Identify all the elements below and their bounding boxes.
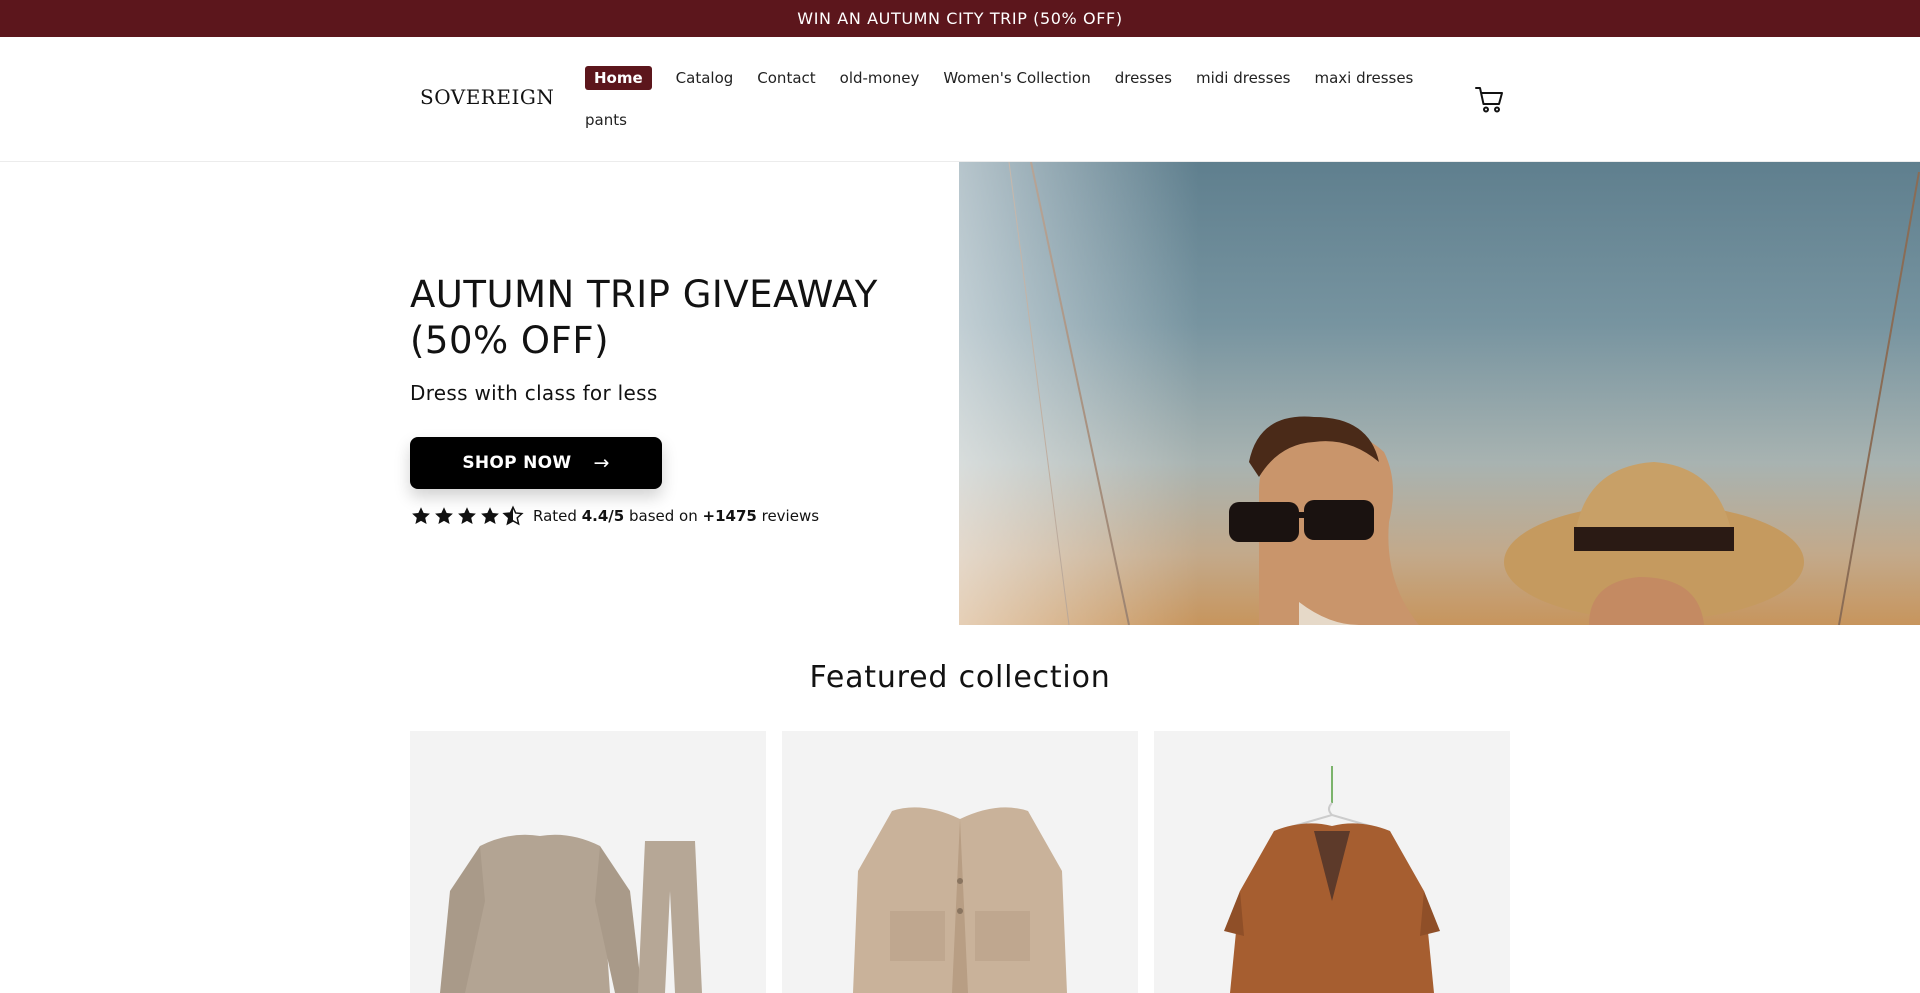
half-star-icon [502,505,524,526]
nav-midi-dresses[interactable]: midi dresses [1196,69,1291,87]
featured-collection-title: Featured collection [809,660,1111,695]
shop-now-button[interactable]: SHOP NOW → [410,437,662,489]
star-icon [481,507,499,524]
announcement-text: WIN AN AUTUMN CITY TRIP (50% OFF) [797,9,1123,28]
product-card[interactable] [782,731,1138,993]
hero-subtitle: Dress with class for less [410,381,658,405]
rating-stars [410,505,525,527]
product-image-jacket [1154,731,1510,993]
nav-dresses[interactable]: dresses [1115,69,1172,87]
nav-old-money[interactable]: old-money [840,69,920,87]
rating-suffix: reviews [761,507,820,525]
hero-title: AUTUMN TRIP GIVEAWAY (50% OFF) [410,273,878,362]
product-image-cardigan [782,731,1138,993]
star-icon [435,507,453,524]
star-icon [412,507,430,524]
rating-summary: Rated 4.4/5 based on +1475 reviews [410,505,819,527]
hero-photo-illustration [959,162,1920,625]
shop-now-label: SHOP NOW [462,453,572,473]
main-nav: Home Catalog Contact old-money Women's C… [585,65,1435,133]
nav-home[interactable]: Home [585,66,652,90]
cart-icon[interactable] [1474,83,1506,115]
logo[interactable]: SOVEREIGN [420,85,554,109]
rating-score: 4.4/5 [581,507,625,525]
nav-maxi-dresses[interactable]: maxi dresses [1314,69,1413,87]
rating-prefix: Rated [533,507,577,525]
announcement-bar: WIN AN AUTUMN CITY TRIP (50% OFF) [0,0,1920,37]
rating-middle: based on [628,507,698,525]
nav-pants[interactable]: pants [585,111,627,129]
nav-contact[interactable]: Contact [757,69,815,87]
arrow-right-icon: → [593,452,610,474]
hero-section: AUTUMN TRIP GIVEAWAY (50% OFF) Dress wit… [0,162,959,625]
star-icon [458,507,476,524]
nav-catalog[interactable]: Catalog [676,69,734,87]
hero-image [959,162,1920,625]
rating-count: +1475 [702,507,757,525]
product-image-sweater-set [410,731,766,993]
nav-womens-collection[interactable]: Women's Collection [943,69,1090,87]
product-card[interactable] [410,731,766,993]
site-header: SOVEREIGN Home Catalog Contact old-money… [0,37,1920,162]
product-card[interactable] [1154,731,1510,993]
